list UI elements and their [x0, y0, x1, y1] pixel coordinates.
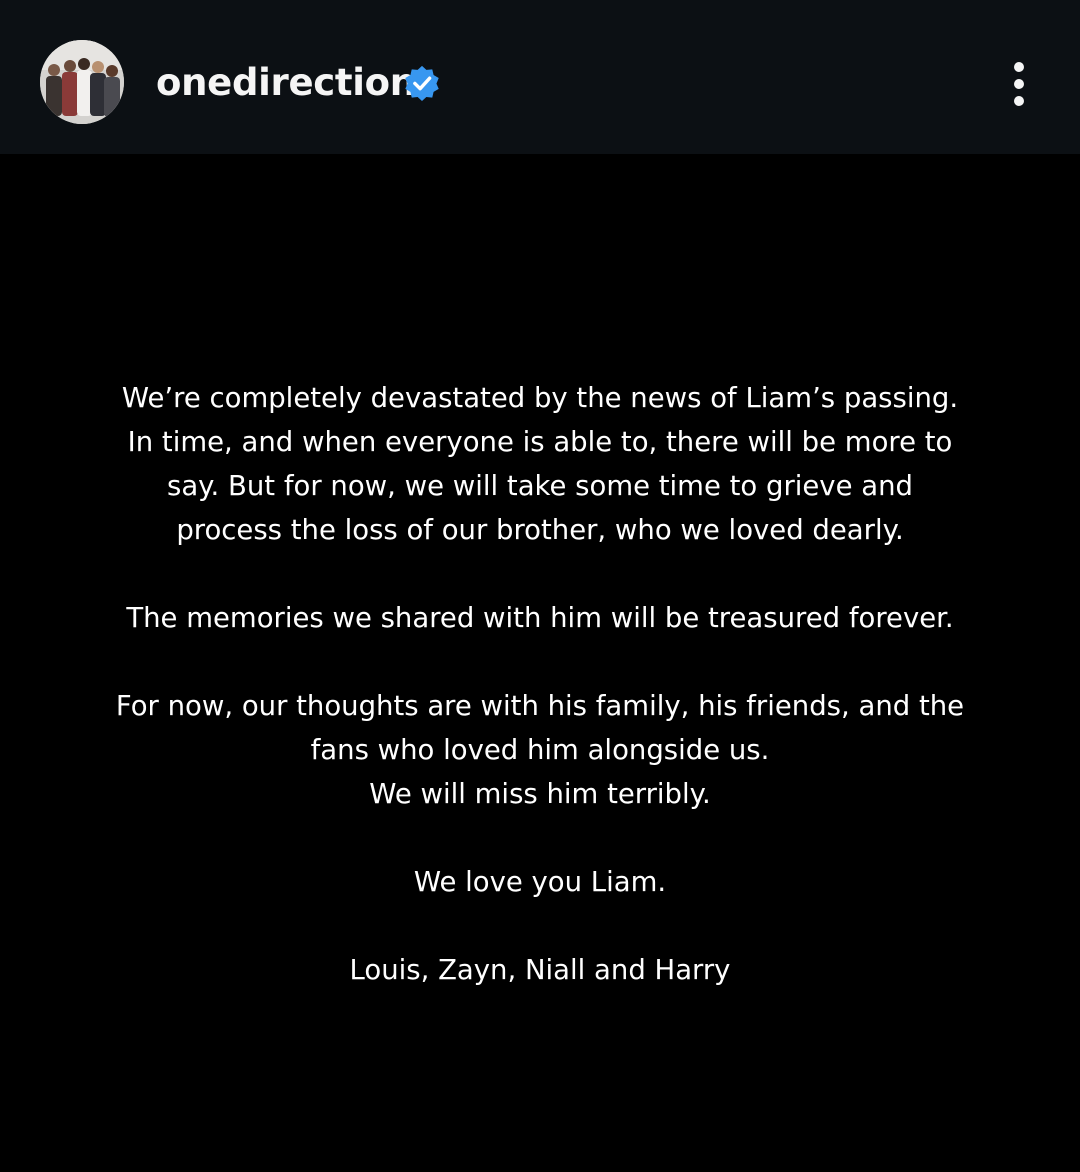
group-photo-avatar — [40, 40, 124, 124]
profile-avatar[interactable] — [40, 40, 124, 124]
more-dot — [1014, 62, 1024, 72]
post-header: onedirection — [0, 0, 1080, 154]
statement-line: For now, our thoughts are with his famil… — [115, 690, 965, 722]
username[interactable]: onedirection — [156, 58, 416, 108]
statement-line: The memories we shared with him will be … — [126, 602, 954, 634]
signature-line: Louis, Zayn, Niall and Harry — [349, 954, 731, 986]
more-dot — [1014, 96, 1024, 106]
more-options-button[interactable] — [998, 58, 1040, 110]
statement-paragraph: We’re completely devastated by the news … — [90, 376, 990, 552]
statement-text: We’re completely devastated by the news … — [90, 376, 990, 992]
statement-line: fans who loved him alongside us. — [310, 734, 770, 766]
more-dot — [1014, 79, 1024, 89]
verified-badge-icon — [405, 65, 439, 102]
post-image: We’re completely devastated by the news … — [0, 154, 1080, 1172]
statement-paragraph: We love you Liam. — [90, 860, 990, 904]
statement-line: We’re completely devastated by the news … — [121, 382, 959, 414]
statement-line: In time, and when everyone is able to, t… — [127, 426, 953, 458]
statement-line: process the loss of our brother, who we … — [176, 514, 904, 546]
statement-paragraph: The memories we shared with him will be … — [90, 596, 990, 640]
signature-paragraph: Louis, Zayn, Niall and Harry — [90, 948, 990, 992]
statement-line: We love you Liam. — [413, 866, 667, 898]
statement-line: We will miss him terribly. — [369, 778, 711, 810]
statement-line: say. But for now, we will take some time… — [167, 470, 913, 502]
statement-paragraph: For now, our thoughts are with his famil… — [90, 684, 990, 816]
